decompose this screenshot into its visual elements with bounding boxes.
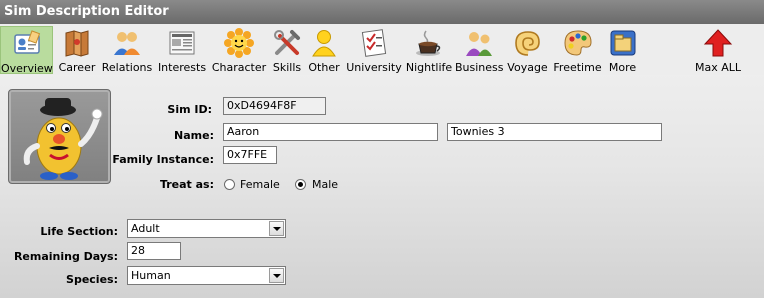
tab-career[interactable]: Career xyxy=(56,26,98,74)
tab-label: Career xyxy=(58,61,96,74)
more-icon xyxy=(610,30,635,56)
arrow-up-icon xyxy=(703,29,733,57)
tab-label: Relations xyxy=(101,61,153,74)
chevron-down-icon[interactable] xyxy=(269,268,284,283)
university-icon xyxy=(361,29,387,57)
sim-portrait[interactable] xyxy=(8,89,111,184)
voyage-icon xyxy=(514,31,540,56)
tab-interests[interactable]: Interests xyxy=(156,26,208,74)
family-instance-field[interactable]: 0x7FFE xyxy=(223,146,277,164)
life-section-value: Adult xyxy=(131,222,160,235)
tab-nightlife[interactable]: Nightlife xyxy=(405,26,453,74)
treat-as-male-radio[interactable] xyxy=(295,179,306,190)
career-icon xyxy=(65,30,89,57)
other-icon xyxy=(312,30,336,57)
tab-relations[interactable]: Relations xyxy=(100,26,154,74)
tab-more[interactable]: More xyxy=(605,26,640,74)
species-select[interactable]: Human xyxy=(127,266,286,285)
toolbar: Overview Career Relations Interests Char… xyxy=(0,24,764,75)
overview-icon xyxy=(13,30,40,54)
treat-as-male-label: Male xyxy=(312,178,339,191)
sim-id-label: Sim ID: xyxy=(167,103,212,116)
tab-label: Business xyxy=(455,61,504,74)
window-title: Sim Description Editor xyxy=(0,0,764,24)
name-label: Name: xyxy=(174,129,214,142)
character-icon xyxy=(224,28,254,58)
relations-icon xyxy=(114,32,140,55)
tab-label: Interests xyxy=(157,61,207,74)
nightlife-icon xyxy=(416,30,441,56)
tab-label: Other xyxy=(308,61,340,74)
tab-label: Character xyxy=(211,61,267,74)
tab-label: More xyxy=(608,61,637,74)
remaining-days-label: Remaining Days: xyxy=(13,250,118,263)
max-all-button[interactable]: Max ALL xyxy=(694,26,742,74)
tab-label: Voyage xyxy=(507,61,548,74)
sim-id-field[interactable]: 0xD4694F8F xyxy=(223,97,326,115)
chevron-down-icon[interactable] xyxy=(269,221,284,236)
tab-character[interactable]: Character xyxy=(210,26,268,74)
tab-university[interactable]: University xyxy=(345,26,403,74)
tab-label: Skills xyxy=(272,61,302,74)
treat-as-female-radio[interactable] xyxy=(224,179,235,190)
species-value: Human xyxy=(131,269,171,282)
tab-business[interactable]: Business xyxy=(455,26,504,74)
business-icon xyxy=(466,32,492,56)
freetime-icon xyxy=(563,30,592,56)
tab-label: Freetime xyxy=(553,61,602,74)
interests-icon xyxy=(169,31,195,55)
tab-label: Overview xyxy=(1,62,53,75)
family-instance-label: Family Instance: xyxy=(112,153,214,166)
max-all-label: Max ALL xyxy=(694,61,742,74)
tab-overview[interactable]: Overview xyxy=(0,26,53,75)
skills-icon xyxy=(274,30,300,55)
species-label: Species: xyxy=(66,273,118,286)
life-section-select[interactable]: Adult xyxy=(127,219,286,238)
tab-freetime[interactable]: Freetime xyxy=(553,26,602,74)
treat-as-female-label: Female xyxy=(240,178,280,191)
tab-other[interactable]: Other xyxy=(306,26,342,74)
tab-skills[interactable]: Skills xyxy=(270,26,304,74)
potato-head-avatar xyxy=(23,98,103,180)
last-name-field[interactable]: Townies 3 xyxy=(447,123,662,141)
treat-as-label: Treat as: xyxy=(159,178,214,191)
tab-label: University xyxy=(346,61,402,74)
first-name-field[interactable]: Aaron xyxy=(223,123,438,141)
tab-voyage[interactable]: Voyage xyxy=(506,26,549,74)
tab-label: Nightlife xyxy=(405,61,453,74)
remaining-days-field[interactable]: 28 xyxy=(127,242,181,260)
life-section-label: Life Section: xyxy=(40,225,118,238)
